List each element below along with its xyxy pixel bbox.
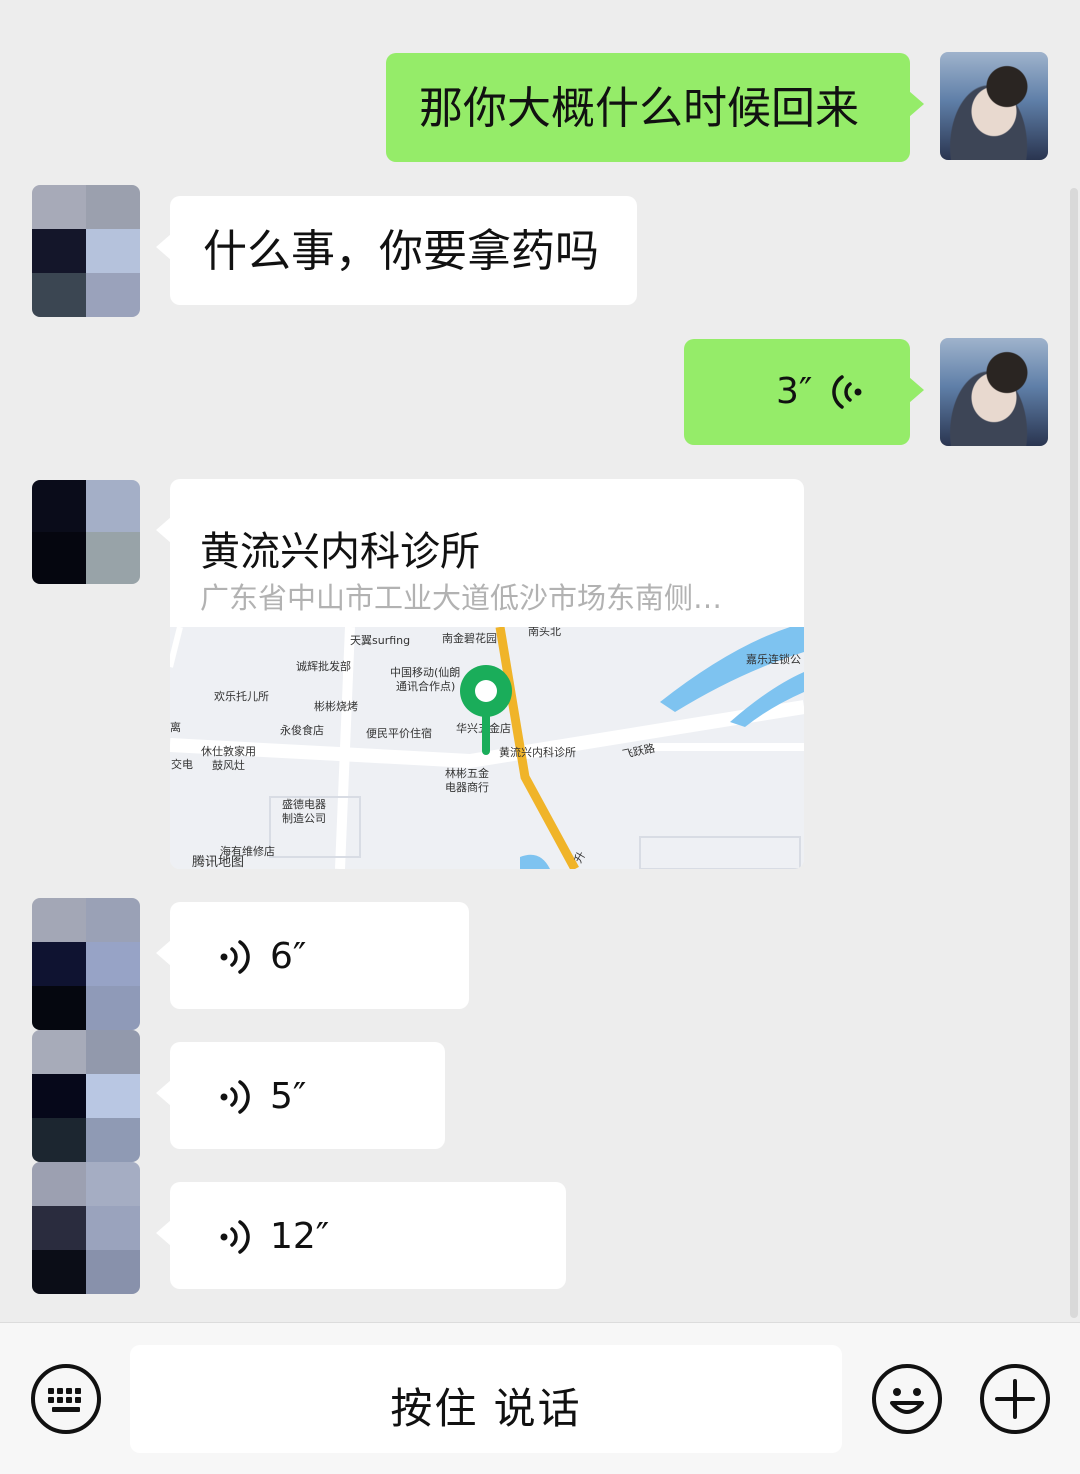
map-label: 鼓风灶: [212, 759, 245, 772]
contact-avatar[interactable]: [32, 1162, 140, 1294]
map-label: 通讯合作点): [396, 680, 456, 693]
my-text-bubble[interactable]: 那你大概什么时候回来: [386, 53, 924, 162]
my-avatar[interactable]: [940, 338, 1048, 446]
contact-voice-bubble[interactable]: 12″: [156, 1182, 566, 1289]
map-label: 离: [170, 721, 181, 734]
map-label: 电器商行: [445, 781, 489, 794]
map-attribution: 腾讯地图: [192, 855, 245, 869]
plus-icon[interactable]: [979, 1363, 1051, 1435]
contact-text-bubble[interactable]: 什么事，你要拿药吗: [156, 196, 637, 305]
voice-icon: [220, 940, 250, 974]
contact-voice-bubble[interactable]: 5″: [156, 1042, 445, 1149]
keyboard-icon[interactable]: [30, 1363, 102, 1435]
map-label: 交电: [171, 758, 193, 771]
map-label: 南金碧花园: [442, 632, 497, 645]
map-label: 制造公司: [282, 812, 326, 825]
hold-to-talk-label: 按住 说话: [390, 1384, 582, 1433]
contact-avatar[interactable]: [32, 185, 140, 317]
emoji-icon[interactable]: [871, 1363, 943, 1435]
message-text: 什么事，你要拿药吗: [203, 226, 599, 277]
map-label: 嘉乐连锁公: [746, 653, 801, 666]
contact-avatar[interactable]: [32, 480, 140, 584]
voice-icon: [220, 1220, 250, 1254]
contact-avatar[interactable]: [32, 898, 140, 1030]
map-preview[interactable]: 天翼surfing 南金碧花园 南头北 诚辉批发部 中国移动(仙朗 通讯合作点)…: [170, 627, 804, 869]
map-pin-icon: [460, 665, 512, 755]
voice-duration: 5″: [270, 1076, 307, 1117]
voice-duration: 12″: [270, 1216, 330, 1257]
map-label: 诚辉批发部: [296, 660, 351, 673]
contact-avatar[interactable]: [32, 1030, 140, 1162]
my-avatar[interactable]: [940, 52, 1048, 160]
location-title: 黄流兴内科诊所: [200, 529, 480, 575]
map-label: 欢乐托儿所: [214, 690, 269, 703]
contact-voice-bubble[interactable]: 6″: [156, 902, 469, 1009]
message-text: 那你大概什么时候回来: [419, 83, 859, 134]
location-address: 广东省中山市工业大道低沙市场东南侧…: [200, 581, 723, 615]
map-label: 天翼surfing: [350, 634, 411, 647]
location-card[interactable]: 黄流兴内科诊所 广东省中山市工业大道低沙市场东南侧… 天翼surfing 南金碧…: [156, 479, 804, 869]
voice-duration: 6″: [270, 936, 307, 977]
scrollbar[interactable]: [1070, 188, 1078, 1318]
map-label: 便民平价住宿: [366, 727, 432, 740]
input-bar: 按住 说话: [0, 1322, 1080, 1474]
my-voice-bubble[interactable]: 3″: [684, 339, 924, 445]
chat-area[interactable]: 那你大概什么时候回来 什么事，你要拿药吗 3″ 黄流兴内科诊所 广东省中山市工业…: [0, 0, 1080, 1322]
map-label: 永俊食店: [280, 724, 324, 737]
map-label: 南头北: [528, 627, 561, 638]
voice-icon: [832, 375, 862, 409]
voice-icon: [220, 1080, 250, 1114]
hold-to-talk-button[interactable]: 按住 说话: [130, 1345, 842, 1453]
map-label: 彬彬烧烤: [314, 700, 358, 713]
voice-duration: 3″: [776, 371, 813, 412]
